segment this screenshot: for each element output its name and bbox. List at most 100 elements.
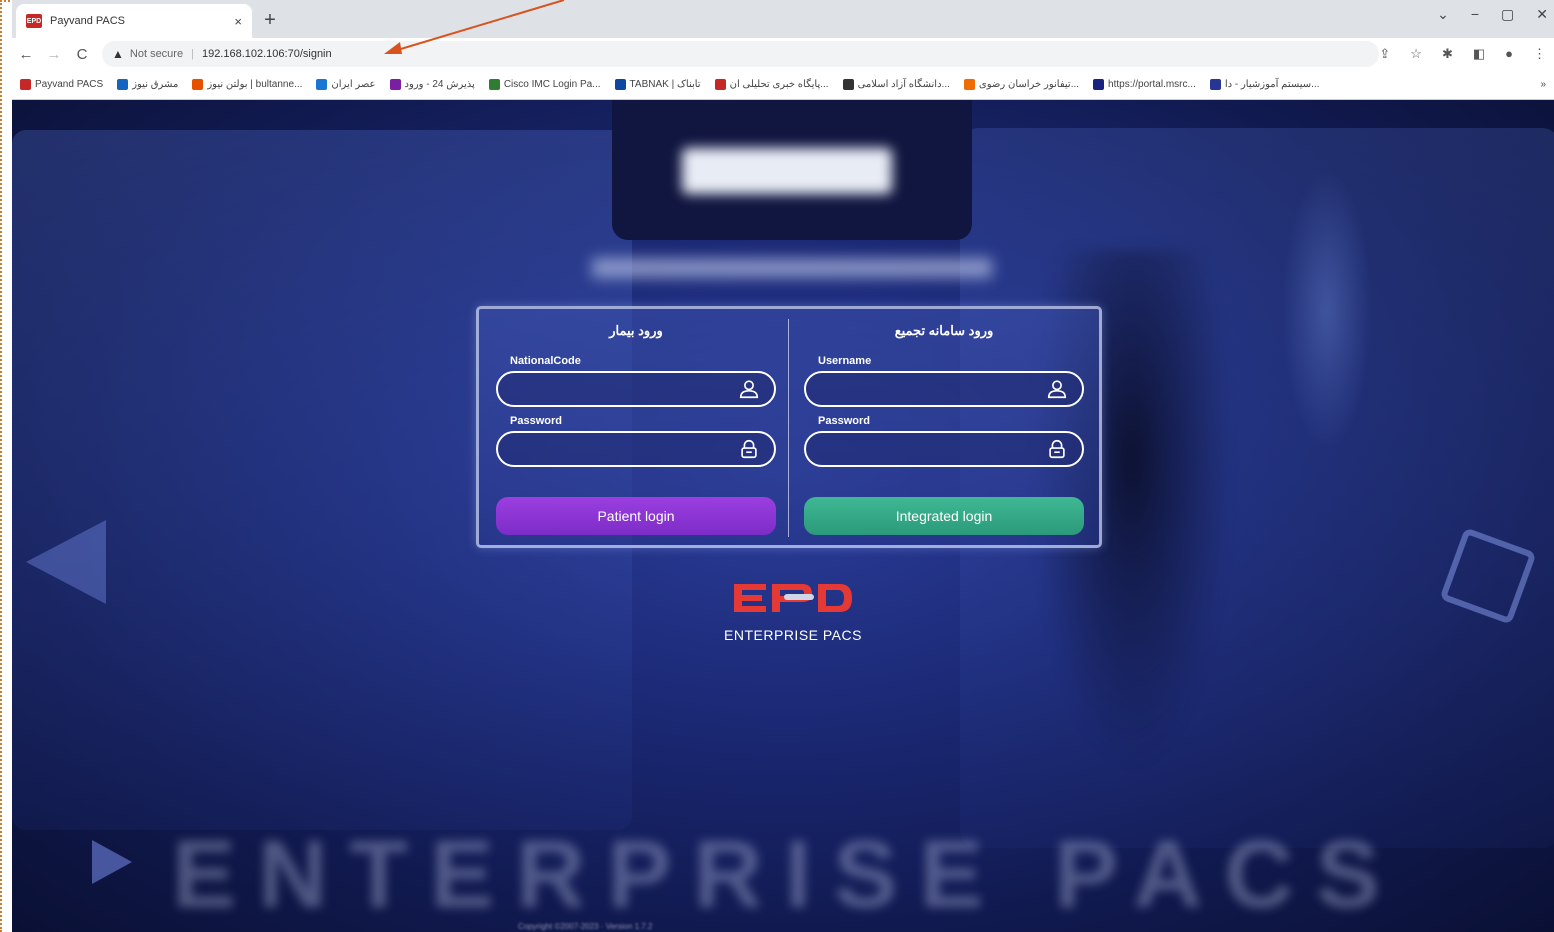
bookmark-favicon-icon xyxy=(192,79,204,90)
username-field[interactable] xyxy=(804,371,1084,407)
national-code-field[interactable] xyxy=(496,371,776,407)
tab-search-icon[interactable]: ⌄ xyxy=(1437,6,1449,23)
bookmark-favicon-icon xyxy=(20,79,31,90)
bookmark-item[interactable]: تیفانور خراسان رضوی... xyxy=(963,79,1080,90)
bookmark-favicon-icon xyxy=(1093,79,1105,90)
bookmark-label: Payvand PACS xyxy=(35,79,104,90)
patient-password-label: Password xyxy=(510,415,562,427)
tab-close-icon[interactable]: × xyxy=(234,14,242,29)
bookmark-favicon-icon xyxy=(1209,79,1221,90)
menu-icon[interactable]: ⋮ xyxy=(1533,46,1546,62)
login-divider xyxy=(788,319,789,537)
address-bar[interactable]: ▲ Not secure | 192.168.102.106:70/signin xyxy=(102,41,1380,67)
national-code-input[interactable] xyxy=(512,382,738,396)
new-tab-button[interactable]: + xyxy=(256,8,284,34)
reload-icon[interactable]: C xyxy=(68,46,96,63)
triangle-decoration-small xyxy=(92,840,132,884)
bookmark-favicon-icon xyxy=(963,79,975,90)
extensions-icon[interactable]: ✱ xyxy=(1442,46,1453,62)
share-icon[interactable]: ⇪ xyxy=(1379,46,1390,62)
bookmark-favicon-icon xyxy=(117,79,129,90)
user-icon xyxy=(1047,380,1067,399)
patient-login-section: ورود بیمار NationalCode Password Patient… xyxy=(496,309,776,545)
anatomy-figure xyxy=(1282,170,1372,450)
tab-payvand-pacs[interactable]: EPD Payvand PACS × xyxy=(16,4,252,38)
patient-password-input[interactable] xyxy=(512,442,738,456)
close-window-icon[interactable]: ✕ xyxy=(1536,6,1548,23)
bookmarks-bar: Payvand PACS مشرق نیوز بولتن نیوز | bultan… xyxy=(12,70,1554,100)
url-text[interactable]: 192.168.102.106:70/signin xyxy=(202,48,332,60)
bookmark-label: دانشگاه آزاد اسلامی... xyxy=(857,79,950,90)
bookmark-item[interactable]: عصر ایران xyxy=(316,79,376,90)
footer-watermark: ENTERPRISE PACS xyxy=(172,821,1402,928)
integrated-login-button[interactable]: Integrated login xyxy=(804,497,1084,535)
browser-chrome: EPD Payvand PACS × + ⌄ − ▢ ✕ ← → C ▲ Not… xyxy=(12,0,1554,100)
username-label: Username xyxy=(818,355,872,367)
bookmark-label: تیفانور خراسان رضوی... xyxy=(978,79,1080,90)
login-page: ورود بیمار NationalCode Password Patient… xyxy=(12,100,1554,932)
bookmark-label: پایگاه خبری تحلیلی ان... xyxy=(729,79,829,90)
bookmark-label: سیستم آموزشیار - دا... xyxy=(1224,79,1320,90)
login-box: ورود بیمار NationalCode Password Patient… xyxy=(476,306,1102,548)
integrated-password-input[interactable] xyxy=(820,442,1046,456)
bookmark-item[interactable]: TABNAK | تابناک xyxy=(614,79,701,90)
integrated-password-field[interactable] xyxy=(804,431,1084,467)
blurred-logo xyxy=(682,148,892,194)
epd-logo-icon xyxy=(734,584,852,612)
bookmark-label: https://portal.msrc... xyxy=(1108,79,1196,90)
maximize-icon[interactable]: ▢ xyxy=(1501,6,1514,23)
patient-login-button[interactable]: Patient login xyxy=(496,497,776,535)
brand-name: ENTERPRISE PACS xyxy=(724,627,862,643)
warning-icon[interactable]: ▲ xyxy=(112,47,124,61)
bookmark-label: Cisco IMC Login Pa... xyxy=(503,79,601,90)
profile-icon[interactable]: ● xyxy=(1505,46,1513,62)
tab-title: Payvand PACS xyxy=(50,15,126,27)
window-controls: ⌄ − ▢ ✕ xyxy=(1437,6,1548,23)
user-icon xyxy=(739,380,759,399)
bookmark-label: بولتن نیوز | bultanne... xyxy=(207,79,303,90)
national-code-label: NationalCode xyxy=(510,355,581,367)
bookmark-item[interactable]: پایگاه خبری تحلیلی ان... xyxy=(714,79,829,90)
bookmark-label: TABNAK | تابناک xyxy=(629,79,701,90)
blurred-subtitle xyxy=(592,258,992,278)
lock-icon xyxy=(741,439,757,459)
tab-strip: EPD Payvand PACS × + ⌄ − ▢ ✕ xyxy=(12,0,1554,38)
bookmarks-overflow-icon[interactable]: » xyxy=(1540,79,1554,90)
toolbar-icons: ⇪ ☆ ✱ ◧ ● ⋮ xyxy=(1379,46,1554,62)
bookmark-item[interactable]: Cisco IMC Login Pa... xyxy=(488,79,601,90)
copyright-text: Copyright ©2007-2023 · Version 1.7.2 xyxy=(518,922,653,931)
integrated-login-title: ورود سامانه تجمیع xyxy=(894,323,994,338)
browser-toolbar: ← → C ▲ Not secure | 192.168.102.106:70/… xyxy=(12,38,1554,70)
bookmark-item[interactable]: https://portal.msrc... xyxy=(1093,79,1196,90)
bookmark-favicon-icon xyxy=(316,79,328,90)
security-status[interactable]: Not secure xyxy=(130,48,183,60)
patient-login-title: ورود بیمار xyxy=(609,323,663,338)
pacs-favicon-icon: EPD xyxy=(26,14,42,28)
username-input[interactable] xyxy=(820,382,1046,396)
triangle-decoration xyxy=(26,520,106,604)
patient-password-field[interactable] xyxy=(496,431,776,467)
star-icon[interactable]: ☆ xyxy=(1410,46,1422,62)
bookmark-favicon-icon xyxy=(389,79,401,90)
bookmark-item[interactable]: دانشگاه آزاد اسلامی... xyxy=(842,79,950,90)
bookmark-favicon-icon xyxy=(614,79,626,90)
minimize-icon[interactable]: − xyxy=(1471,6,1479,23)
bookmark-label: مشرق نیوز xyxy=(132,79,179,90)
bookmark-label: عصر ایران xyxy=(331,79,376,90)
bookmark-item[interactable]: مشرق نیوز xyxy=(117,79,178,90)
bookmark-item[interactable]: بولتن نیوز | bultanne... xyxy=(192,79,302,90)
forward-icon[interactable]: → xyxy=(40,46,68,63)
bookmark-item[interactable]: Payvand PACS xyxy=(20,79,103,90)
lock-icon xyxy=(1049,439,1065,459)
integrated-password-label: Password xyxy=(818,415,870,427)
brand-block: ENTERPRISE PACS xyxy=(718,580,868,643)
bookmark-item[interactable]: پذیرش 24 - ورود xyxy=(389,79,475,90)
address-separator: | xyxy=(191,48,194,60)
bookmark-favicon-icon xyxy=(842,79,854,90)
back-icon[interactable]: ← xyxy=(12,46,40,63)
integrated-login-section: ورود سامانه تجمیع Username Password Inte… xyxy=(804,309,1084,545)
bookmark-item[interactable]: سیستم آموزشیار - دا... xyxy=(1209,79,1320,90)
bookmark-label: پذیرش 24 - ورود xyxy=(404,79,475,90)
sidebar-icon[interactable]: ◧ xyxy=(1473,46,1485,62)
bookmark-favicon-icon xyxy=(714,79,726,90)
